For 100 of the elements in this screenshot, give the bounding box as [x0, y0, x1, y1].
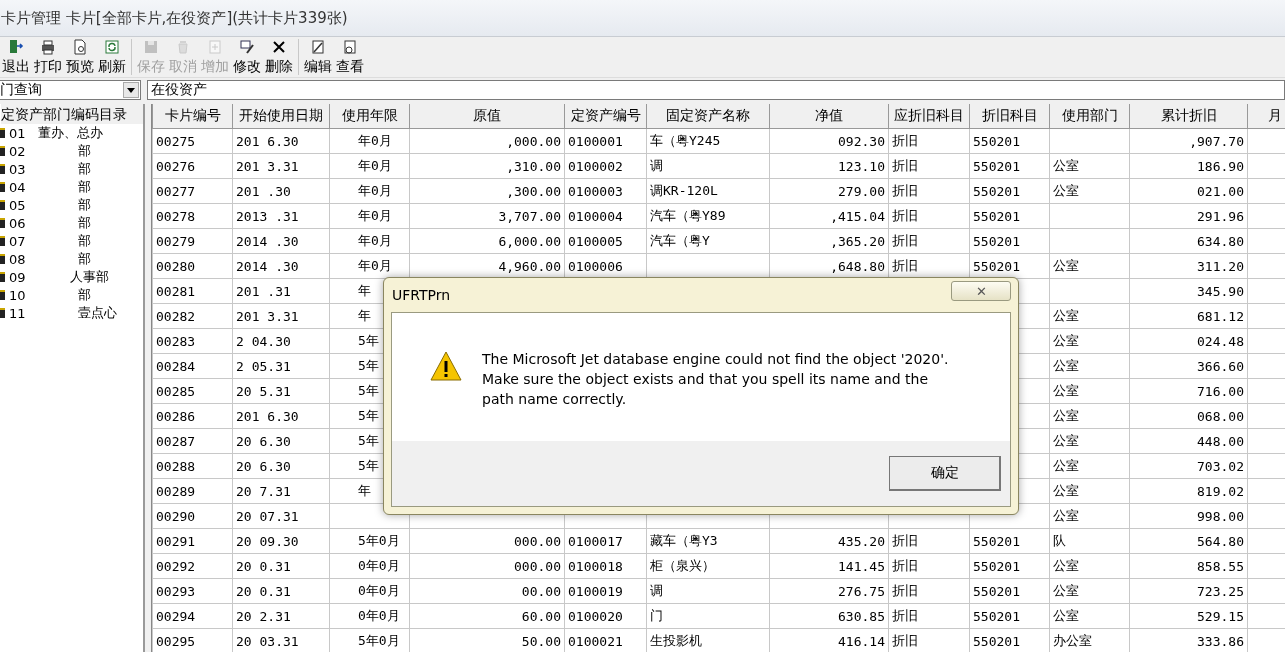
- table-cell: 折旧: [888, 203, 970, 229]
- tree-item[interactable]: 03: [9, 161, 26, 177]
- column-header[interactable]: 开始使用日期: [232, 104, 330, 129]
- tree-item-name[interactable]: 部: [77, 214, 91, 232]
- table-cell: 00278: [152, 203, 233, 229]
- tree-item[interactable]: 07: [9, 233, 26, 249]
- table-cell: 折旧: [888, 528, 970, 554]
- table-cell: 车（粤Y245: [646, 128, 770, 154]
- tree-item-name[interactable]: 部: [77, 178, 91, 196]
- column-header[interactable]: 使用部门: [1049, 104, 1130, 129]
- table-cell: 门: [646, 603, 770, 629]
- close-button[interactable]: ✕: [951, 281, 1011, 301]
- column-header[interactable]: 折旧科目: [969, 104, 1050, 129]
- column-header[interactable]: 定资产编号: [564, 104, 647, 129]
- table-cell: 550201: [969, 128, 1050, 154]
- tree-item[interactable]: 05: [9, 197, 26, 213]
- tree-item[interactable]: 01: [9, 125, 26, 141]
- table-cell: 年0月: [329, 153, 410, 179]
- preview-icon: [71, 38, 89, 56]
- table-cell: 20 6.30: [232, 453, 330, 479]
- table-cell: 021.00: [1129, 178, 1248, 204]
- tree-item[interactable]: 04: [9, 179, 26, 195]
- table-cell: 3,707.00: [409, 203, 565, 229]
- table-cell: 公室: [1049, 153, 1130, 179]
- table-cell: 2 04.30: [232, 328, 330, 354]
- select-value: 门查询: [0, 81, 42, 99]
- tree-item-name[interactable]: 部: [77, 232, 91, 250]
- toolbar-button[interactable]: 预览: [64, 37, 96, 77]
- table-cell: 00285: [152, 378, 233, 404]
- toolbar-button[interactable]: 查看: [334, 37, 366, 77]
- toolbar-button[interactable]: 退出: [0, 37, 32, 77]
- table-cell: 024.48: [1129, 328, 1248, 354]
- table-cell: 0100004: [564, 203, 647, 229]
- table-cell: 529.15: [1129, 603, 1248, 629]
- table-cell: 公室: [1049, 328, 1130, 354]
- toolbar-button[interactable]: 删除: [263, 37, 295, 77]
- filter-field[interactable]: 在役资产: [147, 80, 1285, 100]
- table-cell: 550201: [969, 203, 1050, 229]
- tree-item-name[interactable]: 部: [77, 250, 91, 268]
- table-cell: 折旧: [888, 578, 970, 604]
- table-cell: 564.80: [1129, 528, 1248, 554]
- table-cell: 公室: [1049, 178, 1130, 204]
- table-cell: 0年0月: [329, 553, 410, 579]
- tree-item[interactable]: 08: [9, 251, 26, 267]
- column-header[interactable]: 净值: [769, 104, 889, 129]
- table-cell: 681.12: [1129, 303, 1248, 329]
- tree-item[interactable]: 11: [9, 305, 26, 321]
- table-cell: ,000.00: [409, 128, 565, 154]
- toolbar-button[interactable]: 打印: [32, 37, 64, 77]
- tree-item-name[interactable]: 部: [77, 160, 91, 178]
- toolbar-button[interactable]: 编辑: [302, 37, 334, 77]
- toolbar-button[interactable]: 刷新: [96, 37, 128, 77]
- table-cell: 0100019: [564, 578, 647, 604]
- table-cell: 年0月: [329, 228, 410, 254]
- tree-item-name[interactable]: 部: [77, 142, 91, 160]
- table-cell: 2014 .30: [232, 253, 330, 279]
- table-cell: 5年0月: [329, 528, 410, 554]
- table-cell: 公室: [1049, 303, 1130, 329]
- query-select[interactable]: 门查询: [0, 80, 141, 100]
- tree-item[interactable]: 02: [9, 143, 26, 159]
- toolbar-button[interactable]: 修改: [231, 37, 263, 77]
- table-cell: 00292: [152, 553, 233, 579]
- column-header[interactable]: 卡片编号: [152, 104, 233, 129]
- table-cell: 公室: [1049, 253, 1130, 279]
- table-cell: 00293: [152, 578, 233, 604]
- tree-item-name[interactable]: 董办、总办: [37, 124, 103, 142]
- table-cell: 2014 .30: [232, 228, 330, 254]
- table-cell: 调KR-120L: [646, 178, 770, 204]
- tree-item-name[interactable]: 壹点心: [77, 304, 117, 322]
- table-cell: 00282: [152, 303, 233, 329]
- table-cell: 186.90: [1129, 153, 1248, 179]
- table-cell: 柜（泉兴）: [646, 553, 770, 579]
- table-cell: ,300.00: [409, 178, 565, 204]
- table-cell: 调: [646, 578, 770, 604]
- table-cell: 20 2.31: [232, 603, 330, 629]
- table-cell: 550201: [969, 178, 1050, 204]
- tree-item-name[interactable]: 部: [77, 286, 91, 304]
- table-cell: 折旧: [888, 228, 970, 254]
- table-cell: 291.96: [1129, 203, 1248, 229]
- table-cell: 20 7.31: [232, 478, 330, 504]
- table-cell: 550201: [969, 528, 1050, 554]
- tree-item[interactable]: 10: [9, 287, 26, 303]
- tree-item[interactable]: 09: [9, 269, 26, 285]
- column-header[interactable]: 应折旧科目: [888, 104, 970, 129]
- column-header[interactable]: 使用年限: [329, 104, 410, 129]
- table-cell: 723.25: [1129, 578, 1248, 604]
- column-header[interactable]: 固定资产名称: [646, 104, 770, 129]
- table-cell: 年0月: [329, 128, 410, 154]
- tree-item[interactable]: 06: [9, 215, 26, 231]
- table-cell: 调: [646, 153, 770, 179]
- table-cell: 00295: [152, 628, 233, 652]
- column-header[interactable]: 累计折旧: [1129, 104, 1248, 129]
- column-header[interactable]: 原值: [409, 104, 565, 129]
- tree-item-name[interactable]: 部: [77, 196, 91, 214]
- table-cell: 00.00: [409, 578, 565, 604]
- tree-title: 定资产部门编码目录: [1, 104, 143, 124]
- column-header[interactable]: 月: [1247, 104, 1285, 129]
- tree-item-name[interactable]: 人事部: [69, 268, 109, 286]
- ok-button[interactable]: 确定: [889, 456, 1001, 491]
- table-cell: 折旧: [888, 128, 970, 154]
